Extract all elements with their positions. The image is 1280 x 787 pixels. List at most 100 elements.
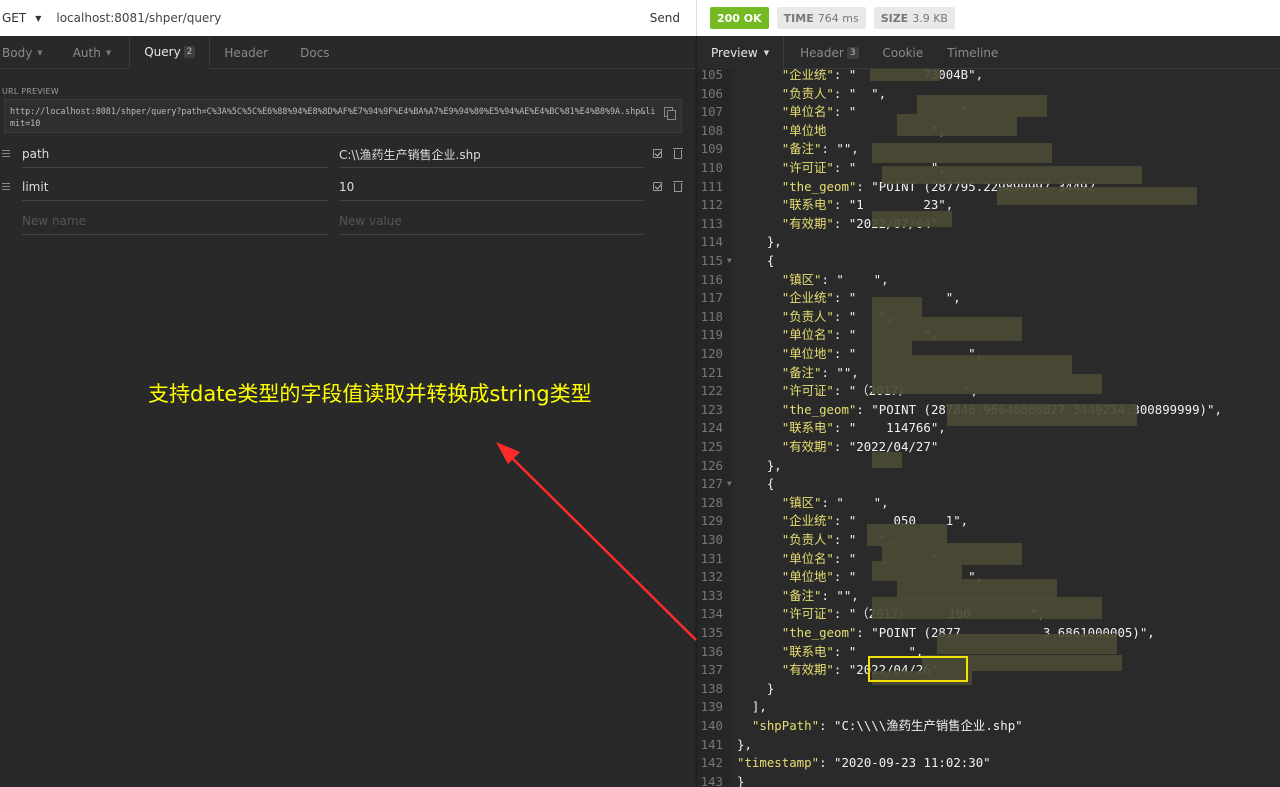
tab-label: Auth: [72, 45, 101, 60]
line-number: 121: [700, 364, 723, 380]
line-number: 141: [700, 736, 723, 752]
code-text: "企业统": " 73004B",: [737, 69, 983, 85]
time-badge: TIME 764 ms: [776, 7, 866, 29]
status-badge: 200 OK: [710, 7, 769, 29]
line-number: 112: [700, 197, 723, 213]
redaction-mask: [872, 355, 1072, 375]
line-number: 106: [700, 85, 723, 101]
redaction-mask: [872, 452, 902, 468]
code-line: 125 "有效期": "2022/04/27": [697, 438, 1280, 457]
json-key: "备注": [781, 141, 822, 157]
json-value: : " ",: [833, 85, 887, 101]
url-preview-box: http://localhost:8081/shper/query?path=C…: [4, 99, 682, 133]
redaction-mask: [870, 69, 940, 81]
code-text: "timestamp": "2020-09-23 11:02:30": [737, 754, 991, 773]
tab-docs[interactable]: Docs: [282, 36, 343, 69]
size-label: SIZE: [880, 11, 909, 25]
line-number: 124: [700, 420, 723, 436]
method-selector[interactable]: GET ▼: [0, 0, 43, 36]
tab-preview[interactable]: Preview ▼: [697, 36, 785, 69]
param-name-input[interactable]: limit: [22, 174, 328, 201]
query-param-row: limit 10: [0, 174, 695, 202]
tab-cookie[interactable]: Cookie: [873, 36, 938, 69]
code-text: }: [737, 680, 774, 699]
redaction-mask: [872, 374, 1102, 394]
tab-header[interactable]: Header: [210, 36, 282, 69]
new-name-input[interactable]: New name: [22, 208, 328, 235]
fold-caret-icon[interactable]: ▼: [727, 252, 732, 271]
json-key: "镇区": [781, 271, 822, 287]
send-button[interactable]: Send: [650, 11, 680, 25]
line-number: 123: [700, 401, 723, 417]
new-value-input[interactable]: New value: [339, 208, 643, 235]
redaction-mask: [872, 211, 952, 227]
json-key: "the_geom": [781, 625, 857, 640]
json-key: "有效期": [781, 439, 834, 454]
json-key: "shpPath": [751, 718, 820, 733]
json-value: : " 114766",: [833, 420, 946, 436]
json-key: "备注": [781, 364, 822, 380]
param-name-input[interactable]: path: [22, 141, 328, 168]
line-number: 130: [700, 532, 723, 547]
json-value: : " ",: [821, 271, 889, 287]
trash-icon[interactable]: [673, 148, 683, 159]
fold-caret-icon[interactable]: ▼: [727, 475, 732, 494]
caret-down-icon: ▼: [35, 13, 42, 23]
code-line: 115 ▼ {: [697, 252, 1280, 271]
code-text: {: [737, 252, 774, 271]
code-line: 140 "shpPath": "C:\\\\渔药生产销售企业.shp": [697, 717, 1280, 736]
trash-icon[interactable]: [673, 181, 683, 192]
drag-handle-icon[interactable]: [2, 150, 10, 157]
param-value-input[interactable]: C:\\渔药生产销售企业.shp: [339, 141, 643, 168]
json-key: "负责人": [781, 532, 834, 547]
url-input[interactable]: localhost:8081/shper/query: [56, 11, 649, 25]
param-value-input[interactable]: 10: [339, 174, 643, 201]
json-key: "单位名": [781, 550, 834, 566]
line-number: 126: [700, 457, 723, 473]
request-tabs: Body ▼ Auth ▼ Query 2 Header Docs: [0, 36, 695, 69]
tab-response-header[interactable]: Header 3: [784, 36, 872, 69]
checkbox-icon[interactable]: [653, 182, 662, 191]
tab-query[interactable]: Query 2: [129, 36, 211, 69]
json-key: "单位地": [781, 569, 834, 585]
line-number: 127: [700, 476, 723, 492]
caret-down-icon: ▼: [37, 48, 43, 57]
json-value: : "",: [821, 364, 859, 380]
tab-timeline[interactable]: Timeline: [937, 36, 1012, 69]
json-viewer[interactable]: 105 "企业统": " 73004B", 106 "负责人": " ", 107 …: [697, 69, 1280, 787]
json-value: ],: [751, 699, 767, 715]
checkbox-icon[interactable]: [653, 149, 662, 158]
code-text: }: [737, 773, 744, 787]
line-number: 109: [700, 141, 723, 157]
tab-label: Query: [144, 45, 181, 59]
line-number: 105: [700, 69, 723, 82]
tab-label: Header: [800, 45, 844, 60]
response-pane: Preview ▼ Header 3 Cookie Timeline 105 "…: [696, 36, 1280, 787]
code-line: 117 "企业统": " ",: [697, 289, 1280, 308]
json-key: "许可证": [781, 160, 834, 175]
code-text: },: [737, 233, 782, 252]
json-key: "单位名": [781, 327, 834, 343]
code-text: ],: [737, 698, 767, 717]
tab-auth[interactable]: Auth ▼: [73, 36, 130, 69]
line-number: 129: [700, 513, 723, 529]
copy-icon[interactable]: [664, 107, 676, 120]
tab-body[interactable]: Body ▼: [0, 36, 73, 69]
redaction-mask: [897, 114, 1017, 136]
drag-handle-icon[interactable]: [2, 183, 10, 190]
json-key: "the_geom": [781, 178, 857, 194]
line-number: 135: [700, 625, 723, 640]
line-number: 119: [700, 327, 723, 343]
redaction-mask: [997, 187, 1197, 205]
